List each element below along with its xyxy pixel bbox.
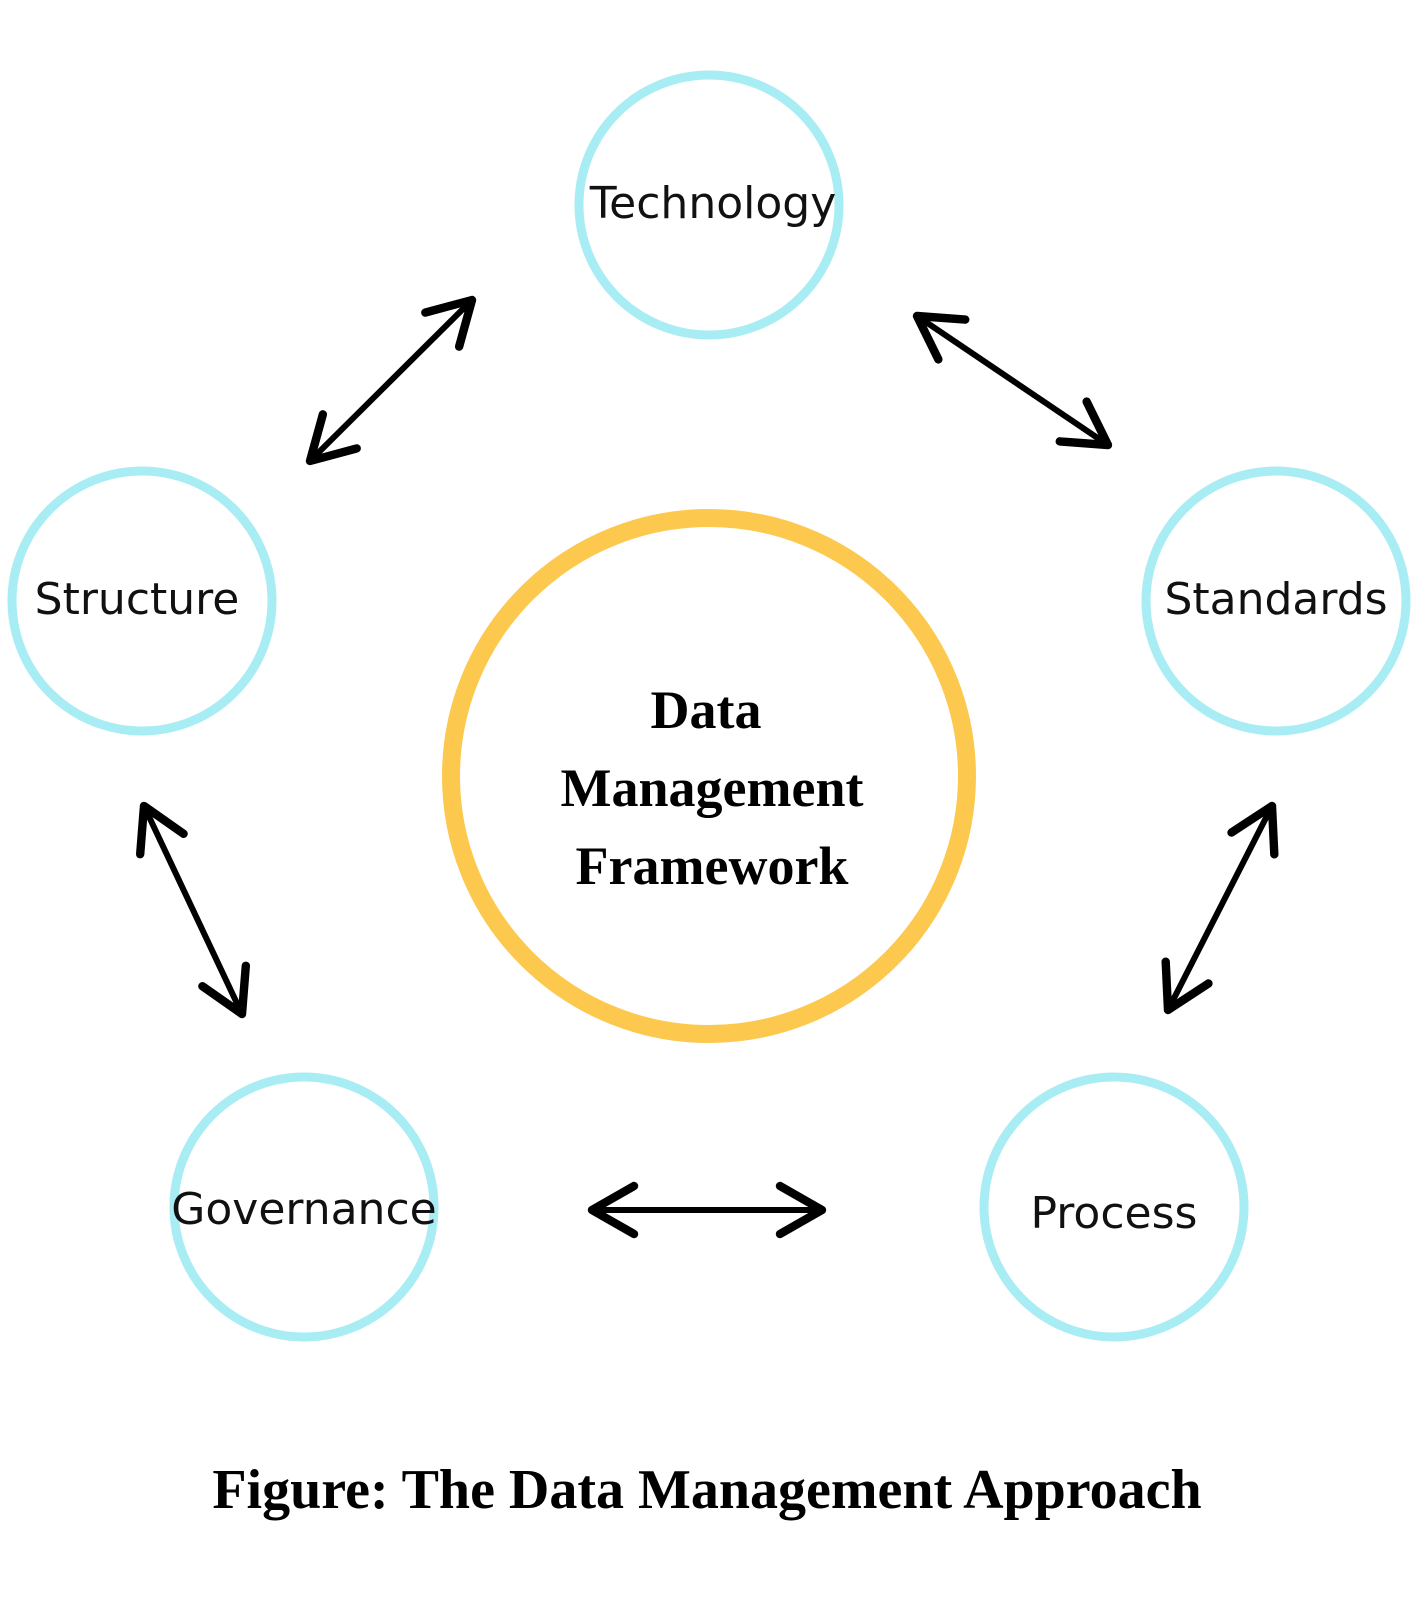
arrow-technology-standards — [912, 311, 1113, 450]
arrow-standards-process — [1161, 801, 1279, 1015]
node-structure-label: Structure — [35, 574, 240, 625]
arrow-structure-governance — [135, 801, 251, 1019]
diagram-canvas: Data Management Framework Technology Sta… — [7, 70, 1411, 1342]
node-process-label: Process — [1031, 1188, 1198, 1239]
node-standards-label: Standards — [1164, 574, 1387, 625]
arrow-structure-technology — [305, 295, 477, 466]
figure-caption: Figure: The Data Management Approach — [212, 1459, 1202, 1521]
diagram: Data Management Framework Technology Sta… — [0, 0, 1414, 1602]
node-technology-label: Technology — [589, 178, 836, 229]
center-label-line-2: Management — [561, 758, 864, 818]
center-label-line-3: Framework — [576, 836, 849, 896]
center-label-line-1: Data — [651, 680, 762, 740]
node-governance-label: Governance — [171, 1184, 436, 1235]
